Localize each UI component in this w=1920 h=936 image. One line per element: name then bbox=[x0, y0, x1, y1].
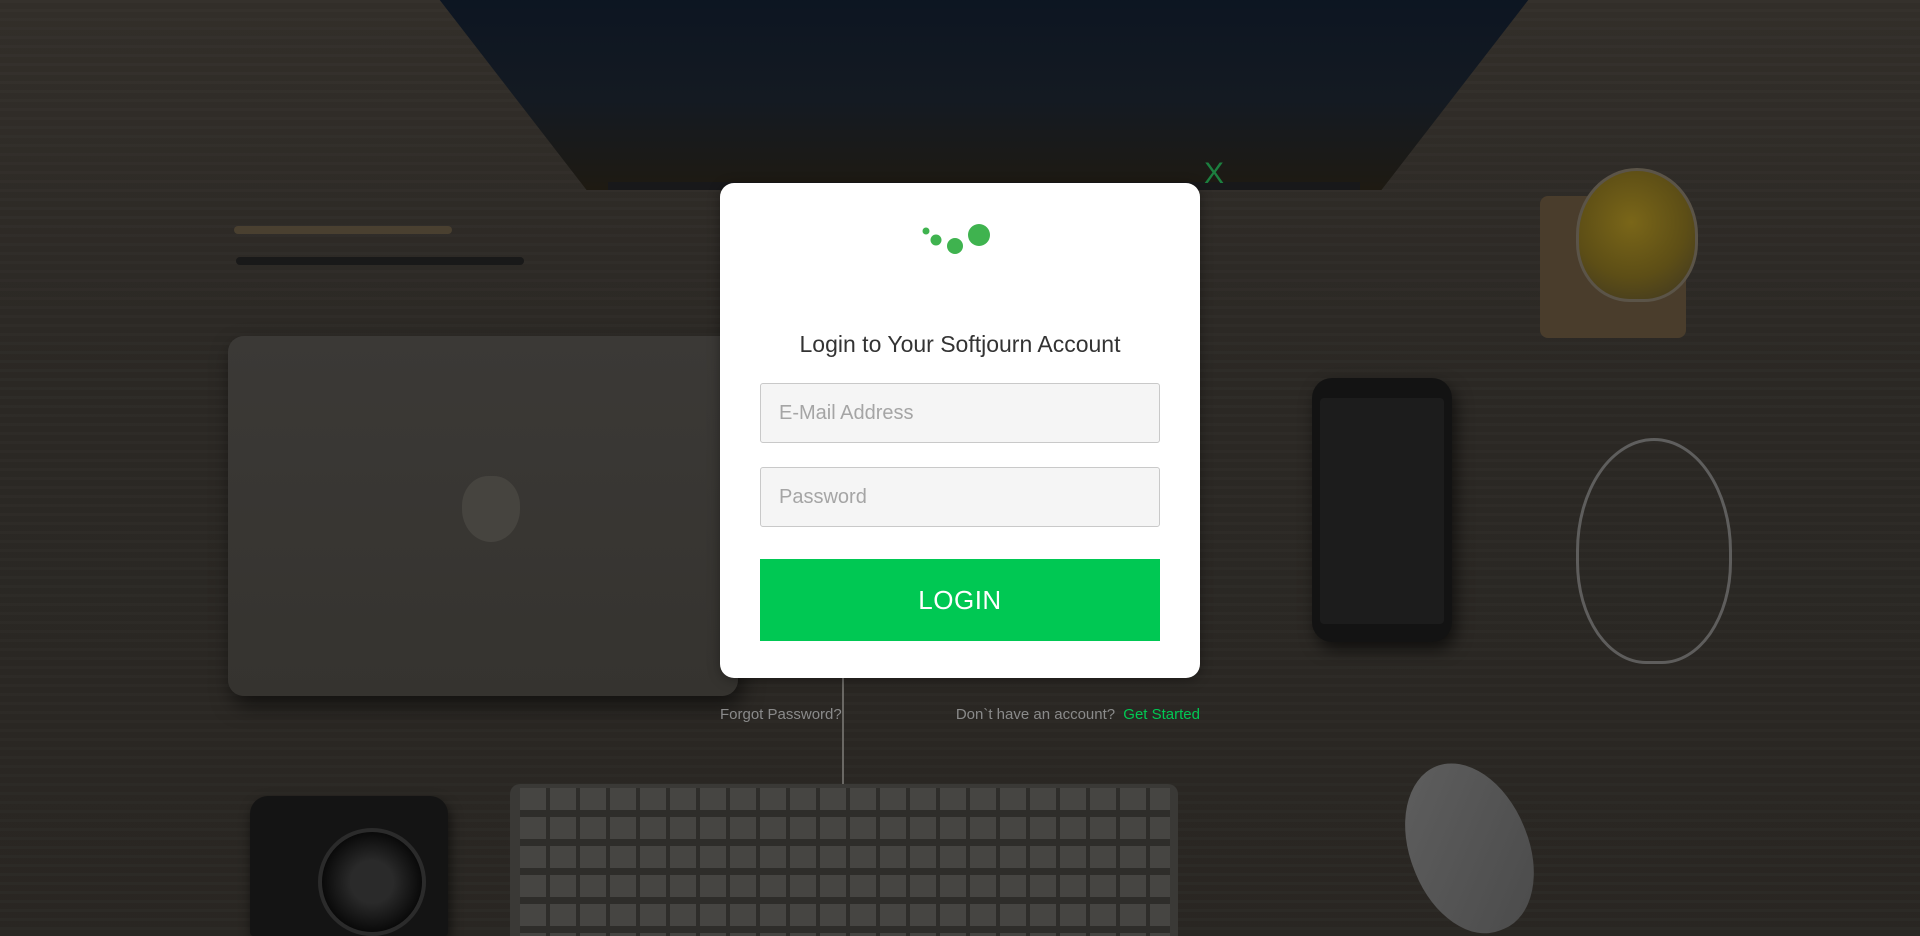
cable-image bbox=[842, 676, 844, 784]
get-started-link[interactable]: Get Started bbox=[1123, 706, 1200, 723]
email-field[interactable] bbox=[760, 383, 1160, 443]
keyboard-keys-image bbox=[520, 788, 1170, 936]
close-icon[interactable]: X bbox=[1203, 157, 1225, 191]
monitor-image bbox=[432, 0, 1536, 190]
pencil-image bbox=[236, 257, 524, 265]
signup-prompt: Don`t have an account? Get Started bbox=[720, 705, 1200, 725]
login-modal: Login to Your Softjourn Account LOGIN bbox=[720, 183, 1200, 678]
camera-lens-image bbox=[318, 828, 426, 936]
login-button[interactable]: LOGIN bbox=[760, 559, 1160, 641]
pencil-image bbox=[234, 226, 452, 234]
no-account-text: Don`t have an account? bbox=[955, 706, 1116, 723]
laptop-logo-image bbox=[462, 476, 520, 542]
phone-screen-image bbox=[1320, 398, 1444, 624]
password-field[interactable] bbox=[760, 467, 1160, 527]
page-title: Login to Your Softjourn Account bbox=[799, 331, 1121, 357]
earbuds-image bbox=[1576, 438, 1732, 664]
softjourn-logo-icon bbox=[922, 224, 990, 254]
juice-glass-image bbox=[1576, 168, 1698, 302]
